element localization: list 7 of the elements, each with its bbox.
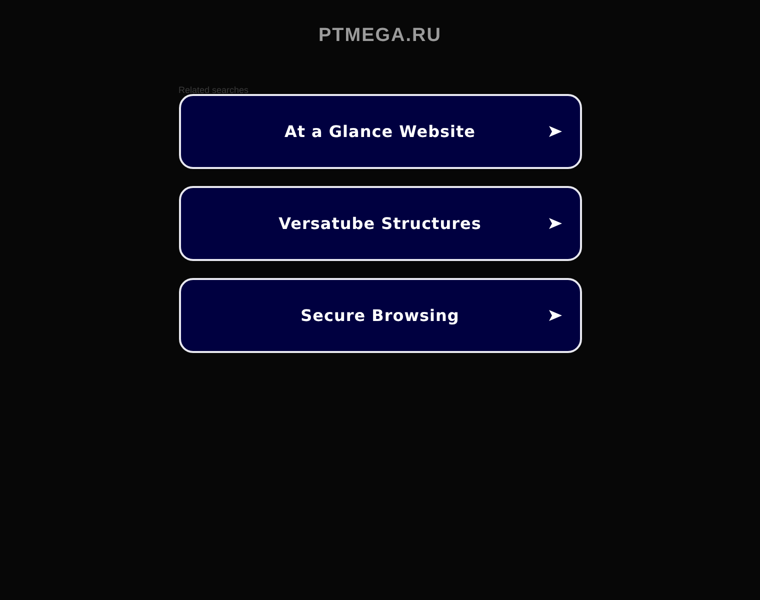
arrow-icon: [548, 218, 562, 229]
arrow-icon: [548, 126, 562, 137]
search-link[interactable]: Versatube Structures: [178, 186, 582, 261]
arrow-icon: [548, 310, 562, 321]
site-title: PTMEGA.RU: [318, 24, 442, 48]
search-link[interactable]: At a Glance Website: [178, 94, 582, 169]
search-link[interactable]: Secure Browsing: [178, 278, 582, 353]
